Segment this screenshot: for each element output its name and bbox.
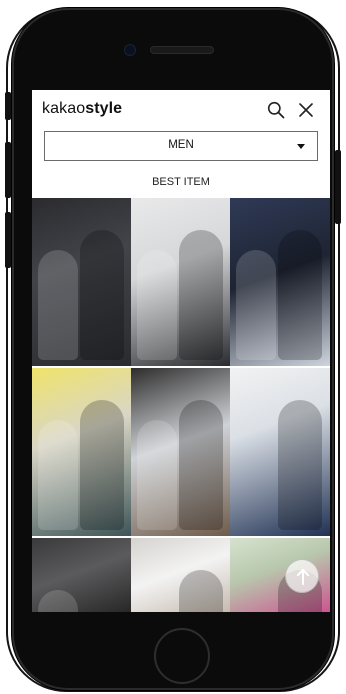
product-image[interactable] <box>131 368 230 536</box>
product-image[interactable] <box>131 198 230 366</box>
arrow-up-icon <box>297 569 309 585</box>
scroll-to-top-button[interactable] <box>285 559 319 593</box>
logo-light-text: kakao <box>42 100 86 117</box>
side-button <box>5 142 11 198</box>
photo-figure <box>38 590 78 612</box>
photo-figure <box>278 230 322 360</box>
side-button <box>335 150 341 224</box>
chevron-down-icon <box>297 144 305 149</box>
photo-figure <box>80 230 124 360</box>
photo-figure <box>179 230 223 360</box>
photo-figure <box>137 420 177 530</box>
photo-figure <box>179 400 223 530</box>
photo-figure <box>179 570 223 612</box>
search-icon[interactable] <box>266 100 286 120</box>
photo-figure <box>137 250 177 360</box>
product-image[interactable] <box>32 538 131 612</box>
photo-figure <box>38 250 78 360</box>
side-button <box>5 92 11 120</box>
phone-screen: kakaostyle MEN BEST ITEM <box>32 90 330 612</box>
app-header: kakaostyle <box>32 90 330 130</box>
section-title: BEST ITEM <box>152 176 210 188</box>
category-select[interactable]: MEN <box>44 131 318 161</box>
app-logo: kakaostyle <box>42 100 122 118</box>
photo-figure <box>236 250 276 360</box>
close-icon[interactable] <box>296 100 316 120</box>
home-button[interactable] <box>154 628 210 684</box>
front-camera <box>124 44 136 56</box>
product-image[interactable] <box>32 198 131 366</box>
product-image[interactable] <box>32 368 131 536</box>
photo-figure <box>38 420 78 530</box>
side-button <box>5 212 11 268</box>
product-image[interactable] <box>131 538 230 612</box>
logo-bold-text: style <box>85 100 123 117</box>
category-select-value: MEN <box>168 139 194 151</box>
product-image[interactable] <box>230 368 330 536</box>
product-image[interactable] <box>230 198 330 366</box>
photo-figure <box>80 400 124 530</box>
product-grid <box>32 198 330 612</box>
earpiece-speaker <box>150 46 214 54</box>
photo-figure <box>278 400 322 530</box>
